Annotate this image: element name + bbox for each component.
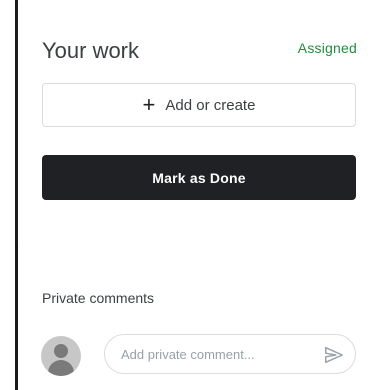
add-or-create-button[interactable]: + Add or create xyxy=(42,83,356,127)
comment-placeholder: Add private comment... xyxy=(121,346,255,362)
plus-icon: + xyxy=(142,92,156,117)
your-work-title: Your work xyxy=(42,38,140,63)
private-comment-input[interactable]: Add private comment... xyxy=(104,334,356,374)
send-icon[interactable] xyxy=(323,344,345,366)
mark-as-done-label: Mark as Done xyxy=(152,169,246,186)
add-or-create-label: Add or create xyxy=(165,96,256,114)
avatar-head xyxy=(54,344,68,358)
status-badge: Assigned xyxy=(297,40,357,56)
mark-as-done-button[interactable]: Mark as Done xyxy=(42,155,356,200)
private-comments-heading: Private comments xyxy=(42,290,155,306)
avatar-icon xyxy=(41,336,81,376)
avatar-body xyxy=(48,360,74,376)
your-work-card: Your work Assigned + Add or create Mark … xyxy=(18,0,377,243)
section-gap xyxy=(18,242,377,262)
